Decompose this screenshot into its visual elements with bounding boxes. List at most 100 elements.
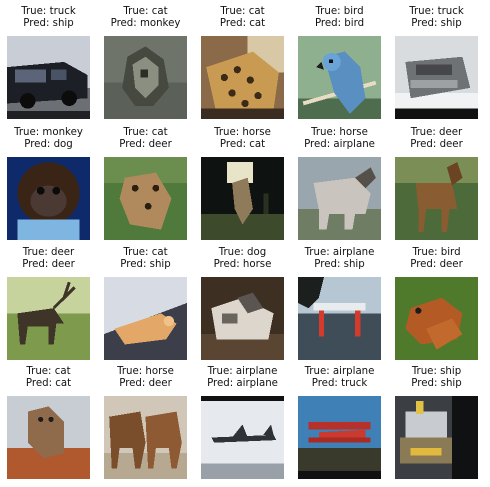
pred-label: Pred: deer: [119, 377, 172, 389]
pred-label: Pred: monkey: [110, 17, 181, 29]
prediction-cell: True: deer Pred: deer: [0, 247, 97, 365]
prediction-cell: True: horse Pred: deer: [97, 366, 194, 484]
pred-label: Pred: dog: [24, 138, 73, 150]
pred-label: Pred: deer: [22, 258, 75, 270]
prediction-cell: True: airplane Pred: truck: [291, 366, 388, 484]
prediction-cell: True: bird Pred: bird: [291, 6, 388, 124]
sample-image: [395, 396, 478, 479]
prediction-caption: True: horse Pred: airplane: [291, 127, 388, 150]
pred-label: Pred: ship: [411, 377, 462, 389]
true-label: True: cat: [123, 127, 168, 138]
prediction-caption: True: monkey Pred: dog: [0, 127, 97, 150]
pred-label: Pred: ship: [120, 258, 171, 270]
pred-label: Pred: cat: [219, 138, 266, 150]
prediction-caption: True: bird Pred: bird: [291, 6, 388, 29]
prediction-caption: True: ship Pred: ship: [388, 366, 485, 389]
prediction-caption: True: cat Pred: monkey: [97, 6, 194, 29]
sample-image: [104, 157, 187, 240]
prediction-grid: True: truck Pred: ship True: cat Pred: mon…: [0, 0, 490, 487]
true-label: True: horse: [117, 366, 174, 377]
prediction-caption: True: deer Pred: deer: [0, 247, 97, 270]
pred-label: Pred: airplane: [304, 138, 375, 150]
prediction-caption: True: horse Pred: cat: [194, 127, 291, 150]
sample-image: [104, 277, 187, 360]
pred-label: Pred: cat: [25, 377, 72, 389]
prediction-caption: True: airplane Pred: truck: [291, 366, 388, 389]
true-label: True: cat: [220, 6, 265, 17]
prediction-caption: True: bird Pred: deer: [388, 247, 485, 270]
sample-image: [7, 36, 90, 119]
prediction-cell: True: cat Pred: cat: [0, 366, 97, 484]
true-label: True: cat: [123, 6, 168, 17]
true-label: True: dog: [218, 247, 267, 258]
prediction-cell: True: truck Pred: ship: [388, 6, 485, 124]
sample-image: [298, 157, 381, 240]
true-label: True: horse: [311, 127, 368, 138]
sample-image: [395, 157, 478, 240]
pred-label: Pred: bird: [314, 17, 365, 29]
true-label: True: monkey: [14, 127, 83, 138]
prediction-cell: True: cat Pred: monkey: [97, 6, 194, 124]
true-label: True: bird: [315, 6, 364, 17]
sample-image: [201, 36, 284, 119]
prediction-caption: True: deer Pred: deer: [388, 127, 485, 150]
prediction-caption: True: truck Pred: ship: [388, 6, 485, 29]
pred-label: Pred: horse: [213, 258, 272, 270]
true-label: True: airplane: [304, 247, 375, 258]
prediction-caption: True: airplane Pred: airplane: [194, 366, 291, 389]
sample-image: [104, 36, 187, 119]
pred-label: Pred: ship: [23, 17, 74, 29]
prediction-caption: True: horse Pred: deer: [97, 366, 194, 389]
sample-image: [201, 277, 284, 360]
prediction-cell: True: deer Pred: deer: [388, 127, 485, 245]
sample-image: [104, 396, 187, 479]
sample-image: [395, 277, 478, 360]
sample-image: [298, 277, 381, 360]
prediction-cell: True: monkey Pred: dog: [0, 127, 97, 245]
true-label: True: deer: [22, 247, 75, 258]
prediction-cell: True: truck Pred: ship: [0, 6, 97, 124]
sample-image: [7, 396, 90, 479]
true-label: True: cat: [26, 366, 71, 377]
pred-label: Pred: deer: [410, 138, 463, 150]
prediction-caption: True: dog Pred: horse: [194, 247, 291, 270]
prediction-cell: True: dog Pred: horse: [194, 247, 291, 365]
prediction-cell: True: cat Pred: deer: [97, 127, 194, 245]
sample-image: [7, 277, 90, 360]
true-label: True: bird: [412, 247, 461, 258]
prediction-cell: True: airplane Pred: ship: [291, 247, 388, 365]
true-label: True: truck: [21, 6, 76, 17]
sample-image: [201, 157, 284, 240]
pred-label: Pred: airplane: [207, 377, 278, 389]
true-label: True: horse: [214, 127, 271, 138]
pred-label: Pred: cat: [219, 17, 266, 29]
pred-label: Pred: deer: [119, 138, 172, 150]
pred-label: Pred: truck: [311, 377, 368, 389]
pred-label: Pred: ship: [314, 258, 365, 270]
prediction-cell: True: cat Pred: cat: [194, 6, 291, 124]
prediction-cell: True: cat Pred: ship: [97, 247, 194, 365]
prediction-caption: True: truck Pred: ship: [0, 6, 97, 29]
prediction-caption: True: cat Pred: deer: [97, 127, 194, 150]
true-label: True: airplane: [304, 366, 375, 377]
prediction-caption: True: cat Pred: cat: [194, 6, 291, 29]
sample-image: [298, 36, 381, 119]
sample-image: [395, 36, 478, 119]
prediction-caption: True: cat Pred: ship: [97, 247, 194, 270]
prediction-caption: True: cat Pred: cat: [0, 366, 97, 389]
prediction-cell: True: airplane Pred: airplane: [194, 366, 291, 484]
sample-image: [298, 396, 381, 479]
true-label: True: deer: [410, 127, 463, 138]
prediction-cell: True: ship Pred: ship: [388, 366, 485, 484]
true-label: True: ship: [411, 366, 462, 377]
prediction-cell: True: horse Pred: cat: [194, 127, 291, 245]
pred-label: Pred: deer: [410, 258, 463, 270]
prediction-caption: True: airplane Pred: ship: [291, 247, 388, 270]
sample-image: [7, 157, 90, 240]
true-label: True: airplane: [207, 366, 278, 377]
sample-image: [201, 396, 284, 479]
pred-label: Pred: ship: [411, 17, 462, 29]
prediction-cell: True: bird Pred: deer: [388, 247, 485, 365]
prediction-cell: True: horse Pred: airplane: [291, 127, 388, 245]
true-label: True: cat: [123, 247, 168, 258]
